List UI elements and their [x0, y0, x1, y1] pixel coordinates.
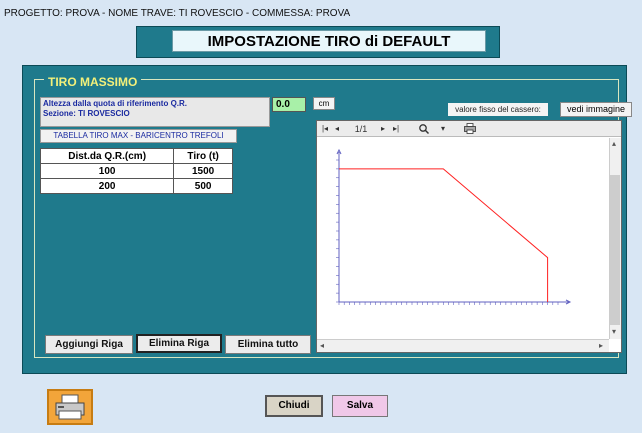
magnifier-icon[interactable] [413, 123, 435, 135]
viewer-toolbar: |◂ ◂ 1/1 ▸ ▸| ▾ [317, 121, 621, 137]
series-line [339, 168, 549, 302]
table-title: TABELLA TIRO MAX - BARICENTRO TREFOLI [40, 129, 237, 143]
first-page-icon[interactable]: |◂ [320, 123, 330, 135]
print-button[interactable] [47, 389, 93, 425]
vertical-scrollbar-thumb[interactable] [610, 175, 620, 325]
fixed-value-label: valore fisso del cassero: [448, 103, 548, 116]
reference-info-box: Altezza dalla quota di riferimento Q.R. … [40, 97, 270, 127]
table-cell[interactable]: 100 [39, 163, 175, 179]
quota-value-field[interactable]: 0.0 [272, 97, 306, 112]
unit-label: cm [313, 97, 335, 110]
last-page-icon[interactable]: ▸| [391, 123, 401, 135]
delete-row-button[interactable]: Elimina Riga [136, 334, 222, 353]
group-legend: TIRO MASSIMO [44, 75, 142, 89]
page-indicator: 1/1 [354, 124, 368, 134]
chevron-down-icon[interactable]: ▾ [439, 123, 447, 135]
scroll-up-icon[interactable]: ▴ [612, 139, 616, 149]
tension-chart [321, 142, 608, 337]
delete-all-button[interactable]: Elimina tutto [225, 335, 311, 354]
table-row[interactable]: 200 500 [39, 178, 233, 194]
scroll-right-icon[interactable]: ▸ [599, 341, 603, 351]
table-cell[interactable]: 200 [39, 178, 175, 194]
table-header-row: Dist.da Q.R.(cm) Tiro (t) [39, 148, 233, 164]
next-page-icon[interactable]: ▸ [379, 123, 387, 135]
page-title: IMPOSTAZIONE TIRO di DEFAULT [172, 30, 486, 52]
close-button[interactable]: Chiudi [265, 395, 323, 417]
save-button[interactable]: Salva [332, 395, 388, 417]
view-image-button[interactable]: vedi immagine [560, 102, 632, 117]
print-icon[interactable] [463, 123, 477, 135]
column-header-tension: Tiro (t) [173, 148, 233, 164]
column-header-distance: Dist.da Q.R.(cm) [39, 148, 175, 164]
table-cell[interactable]: 1500 [173, 163, 233, 179]
scroll-down-icon[interactable]: ▾ [612, 327, 616, 337]
tension-table: Dist.da Q.R.(cm) Tiro (t) 100 1500 200 5… [39, 148, 233, 194]
add-row-button[interactable]: Aggiungi Riga [45, 335, 133, 354]
table-cell[interactable]: 500 [173, 178, 233, 194]
reference-height-label: Altezza dalla quota di riferimento Q.R. [43, 99, 188, 108]
table-row[interactable]: 100 1500 [39, 163, 233, 179]
section-label: Sezione: TI ROVESCIO [43, 109, 130, 118]
printer-icon [55, 394, 85, 420]
project-info-line: PROGETTO: PROVA - NOME TRAVE: TI ROVESCI… [4, 8, 351, 19]
horizontal-scrollbar[interactable]: ◂ ▸ [317, 339, 609, 352]
prev-page-icon[interactable]: ◂ [333, 123, 341, 135]
scroll-left-icon[interactable]: ◂ [320, 341, 324, 351]
